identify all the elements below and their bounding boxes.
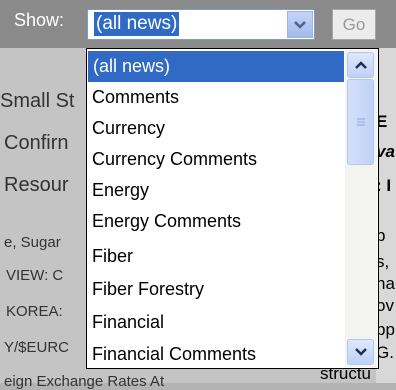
background-line: eign Exchange Rates At [4,373,165,390]
background-line: KOREA: [6,303,63,320]
background-line: e, Sugar [4,234,61,251]
scroll-up-button[interactable] [347,52,374,78]
category-dropdown-list[interactable]: (all news) Comments Currency Currency Co… [86,48,379,369]
chevron-down-icon [354,348,367,356]
dropdown-option[interactable]: (all news) [88,51,344,82]
grip-icon [356,118,365,126]
dropdown-option[interactable]: Comments [87,82,343,113]
scroll-down-button[interactable] [347,339,374,365]
background-line: Y/$EURC [4,339,70,356]
background-line: Confirn [4,132,69,154]
dropdown-scrollbar[interactable] [345,50,377,367]
background-line: Small St [0,90,75,112]
dropdown-option[interactable]: Currency Comments [87,144,343,175]
news-category-select[interactable]: (all news) [87,9,315,40]
dropdown-option[interactable]: Financial [87,307,343,338]
dropdown-option[interactable]: Fiber Forestry [87,274,343,305]
background-line: VIEW: C [6,267,64,284]
news-filter-toolbar: Show: (all news) Go [0,0,396,48]
dropdown-option[interactable]: Currency [87,113,343,144]
chevron-down-icon [294,20,306,29]
dropdown-toggle-button[interactable] [287,11,313,38]
go-button[interactable]: Go [332,9,376,40]
background-line: Resour [4,174,69,196]
selected-category-value: (all news) [94,12,180,36]
dropdown-option[interactable]: Energy [87,175,343,206]
chevron-up-icon [354,61,367,69]
dropdown-option[interactable]: Energy Comments [87,206,343,237]
show-label: Show: [14,10,65,30]
scroll-thumb[interactable] [347,79,374,165]
dropdown-option[interactable]: Financial Comments [87,339,343,370]
dropdown-option[interactable]: Fiber [87,241,343,272]
